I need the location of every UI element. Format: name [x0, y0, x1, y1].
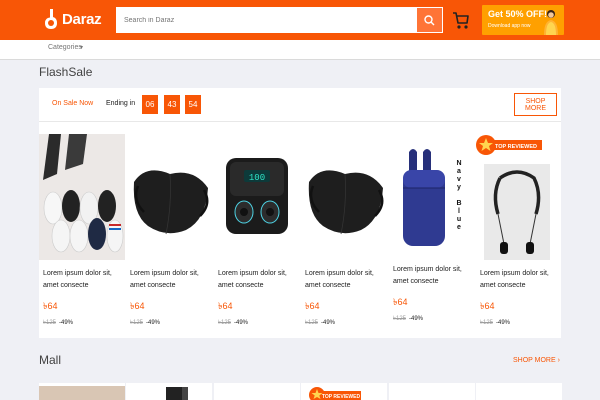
timer-seconds: 54 — [185, 95, 201, 114]
mall-products-row: TOP REVIEWED — [39, 383, 562, 400]
svg-text:100: 100 — [249, 173, 265, 183]
shop-more-button[interactable]: SHOP MORE — [514, 93, 557, 116]
mall-product-image — [214, 383, 300, 400]
badge-text: TOP REVIEWED — [495, 144, 537, 150]
promo-title: Get 50% OFF! — [488, 9, 548, 19]
discount-badge: -49% — [496, 320, 511, 326]
product-name: Lorem ipsum dolor sit, amet consecte — [130, 270, 199, 289]
caption-letter: u — [456, 216, 462, 223]
product-price: ৳64 — [43, 301, 58, 311]
mall-product-image — [389, 383, 475, 400]
app-download-banner[interactable]: Get 50% OFF! Download app now — [482, 5, 564, 35]
mall-shop-more-link[interactable]: SHOP MORE › — [513, 357, 560, 364]
categories-menu[interactable]: Categories — [48, 44, 82, 51]
flashsale-header: On Sale Now Ending in 06 43 54 SHOP MORE — [39, 88, 561, 122]
chevron-right-icon: › — [555, 357, 560, 364]
mall-product-image — [476, 383, 562, 400]
product-old-price: ৳125 -49% — [130, 317, 160, 328]
top-header: Daraz Get 50% OFF! Download app now — [0, 0, 600, 40]
product-price: ৳64 — [130, 301, 145, 311]
caption-letter: e — [457, 224, 461, 231]
product-name: Lorem ipsum dolor sit, amet consecte — [305, 270, 374, 289]
ending-label: Ending in — [106, 100, 136, 107]
top-reviewed-badge: TOP REVIEWED — [476, 135, 542, 155]
cart-icon[interactable] — [452, 10, 470, 30]
search-button[interactable] — [417, 7, 443, 33]
product-card[interactable]: TOP REVIEWED Lorem ipsum dolor sit, amet… — [476, 134, 562, 334]
caption-letter: N — [456, 160, 462, 167]
product-price: ৳64 — [480, 301, 495, 311]
timer-minutes: 43 — [164, 95, 180, 114]
face-mask-image — [301, 134, 387, 260]
badge-text: TOP REVIEWED — [322, 394, 361, 400]
neckband-earphones-image — [484, 164, 550, 260]
product-price: ৳64 — [305, 301, 320, 311]
product-old-price: ৳125 -49% — [43, 317, 73, 328]
caption-letter: v — [457, 176, 461, 183]
face-mask-image — [126, 134, 212, 260]
promo-subtitle: Download app now — [488, 23, 531, 29]
daraz-logo[interactable]: Daraz — [44, 5, 104, 33]
original-price: ৳125 — [393, 316, 406, 322]
search-icon — [424, 14, 435, 25]
product-card[interactable]: Lorem ipsum dolor sit, amet consecte ৳64… — [39, 134, 125, 334]
daraz-logo-icon — [45, 9, 57, 29]
original-price: ৳125 — [130, 320, 143, 326]
mall-product-card[interactable] — [476, 383, 562, 400]
divider — [0, 59, 600, 60]
original-price: ৳125 — [43, 320, 56, 326]
product-name: Lorem ipsum dolor sit, amet consecte — [480, 270, 549, 289]
discount-badge: -49% — [321, 320, 336, 326]
product-old-price: ৳125 -49% — [393, 313, 423, 324]
mall-product-card[interactable] — [39, 383, 125, 400]
mall-product-card[interactable] — [214, 383, 300, 400]
mall-product-card[interactable] — [126, 383, 212, 400]
discount-badge: -49% — [146, 320, 161, 326]
product-card[interactable]: Lorem ipsum dolor sit, amet consecte ৳64… — [301, 134, 387, 334]
product-price: ৳64 — [393, 297, 408, 307]
wireless-earbuds-image: 100 — [214, 134, 300, 260]
on-sale-label: On Sale Now — [52, 100, 94, 107]
search-input[interactable] — [116, 7, 418, 33]
mall-title: Mall — [39, 353, 62, 367]
promo-person-icon — [544, 10, 558, 35]
caption-letter: a — [457, 168, 461, 175]
product-name: Lorem ipsum dolor sit, amet consecte — [218, 270, 287, 289]
product-old-price: ৳125 -49% — [480, 317, 510, 328]
original-price: ৳125 — [480, 320, 493, 326]
product-card[interactable]: 100 Lorem ipsum dolor sit, amet consecte… — [214, 134, 300, 334]
category-bar: Categories ▾ — [0, 40, 600, 59]
flashsale-panel: On Sale Now Ending in 06 43 54 SHOP MORE… — [39, 88, 561, 338]
mall-product-card[interactable] — [389, 383, 475, 400]
mall-product-card[interactable]: TOP REVIEWED — [301, 383, 387, 400]
caption-letter: B — [456, 200, 462, 207]
mall-top-reviewed-badge: TOP REVIEWED — [301, 383, 387, 400]
discount-badge: -49% — [59, 320, 74, 326]
caption-letter: y — [457, 184, 461, 191]
product-old-price: ৳125 -49% — [218, 317, 248, 328]
flashsale-title: FlashSale — [39, 65, 93, 79]
product-name: Lorem ipsum dolor sit, amet consecte — [393, 266, 462, 285]
product-card[interactable]: Navy Blue Lorem ipsum dolor sit, amet co… — [389, 134, 475, 334]
mall-product-image — [126, 383, 212, 400]
mall-product-image — [39, 386, 125, 400]
discount-badge: -49% — [234, 320, 249, 326]
product-price: ৳64 — [218, 301, 233, 311]
original-price: ৳125 — [218, 320, 231, 326]
timer-hours: 06 — [142, 95, 158, 114]
discount-badge: -49% — [409, 316, 424, 322]
caption-letter: l — [458, 208, 460, 215]
product-card[interactable]: Lorem ipsum dolor sit, amet consecte ৳64… — [126, 134, 212, 334]
mall-shop-more-label: SHOP MORE — [513, 357, 556, 364]
product-name: Lorem ipsum dolor sit, amet consecte — [43, 270, 112, 289]
logo-text: Daraz — [62, 10, 102, 28]
product-old-price: ৳125 -49% — [305, 317, 335, 328]
navy-blue-caption: Navy Blue — [454, 160, 464, 232]
original-price: ৳125 — [305, 320, 318, 326]
caption-letter — [454, 192, 464, 200]
chevron-down-icon: ▾ — [80, 45, 84, 51]
socks-image — [39, 134, 125, 260]
